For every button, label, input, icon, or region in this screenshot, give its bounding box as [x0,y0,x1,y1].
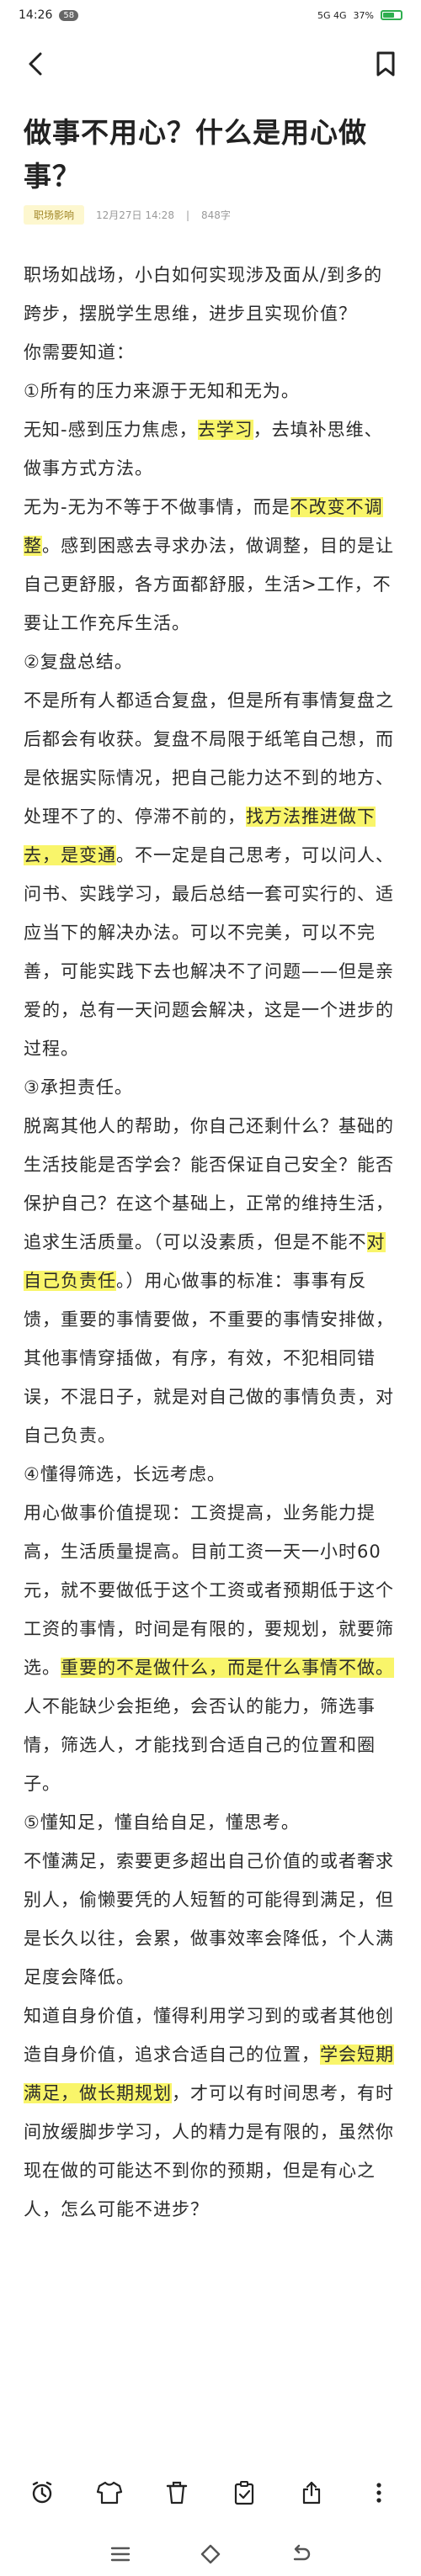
paragraph-text: ④懂得筛选，长远考虑。 [24,1464,226,1484]
more-button[interactable] [362,2476,396,2510]
paragraph-text: 你需要知道： [24,342,135,362]
delete-button[interactable] [160,2476,194,2510]
home-diamond-icon [200,2544,221,2563]
paragraph-text: 。感到困惑去寻求办法，做调整，目的是让自己更舒服，各方面都舒服，生活>工作，不要… [24,536,394,633]
bookmark-icon [376,51,395,77]
alarm-button[interactable] [25,2476,59,2510]
paragraph-text: 脱离其他人的帮助，你自己还剩什么？基础的生活技能是否学会？能否保证自己安全？能否… [24,1116,394,1252]
home-button[interactable] [194,2537,227,2571]
article-title: 做事不用心？什么是用心做事？ [24,116,367,193]
paragraph-text: ，才可以有时间思考，有时间放缓脚步学习，人的精力是有限的，虽然你现在做的可能达不… [24,2083,394,2219]
highlighted-text: 重要的不是做什么，而是什么事情不做。 [61,1658,394,1678]
article-paragraph: 你需要知道： [24,333,401,372]
system-nav-bar [0,2531,421,2576]
article-paragraph: ⑤懂知足，懂自给自足，懂思考。 [24,1803,401,1842]
status-left: 14:26 58 [19,8,79,22]
article-body: 职场如战场，小白如何实现涉及面从/到多的跨步，摆脱学生思维，进步且实现价值？ 你需… [24,256,401,2229]
article-paragraph: 知道自身价值，懂得利用学习到的或者其他创造自身价值，追求合适自己的位置，学会短期… [24,1997,401,2229]
category-tag[interactable]: 职场影响 [24,205,85,225]
paragraph-text: ③承担责任。 [24,1077,133,1098]
article-paragraph: 不是所有人都适合复盘，但是所有事情复盘之后都会有收获。复盘不局限于纸笔自己想，而… [24,681,401,1068]
paragraph-text: 无知-感到压力焦虑， [24,420,198,440]
paragraph-text: 职场如战场，小白如何实现涉及面从/到多的跨步，摆脱学生思维，进步且实现价值？ [24,265,383,324]
article-paragraph: 用心做事价值提现：工资提高，业务能力提高，生活质量提高。目前工资一天一小时60元… [24,1494,401,1803]
notification-badge: 58 [59,9,79,21]
shirt-icon [96,2481,123,2505]
divider: | [185,209,189,221]
status-right: 5G 4G 37% [317,10,402,21]
article-paragraph: ③承担责任。 [24,1068,401,1107]
status-bar: 14:26 58 5G 4G 37% [0,0,421,30]
paragraph-text: ⑤懂知足，懂自给自足，懂思考。 [24,1812,300,1833]
paragraph-text: 不懂满足，索要更多超出自己价值的或者奢求别人，偷懒要凭的人短暂的可能得到满足，但… [24,1851,394,1987]
signal-icon: 5G 4G [317,9,347,21]
battery-icon [381,10,402,20]
checklist-button[interactable] [227,2476,261,2510]
article-paragraph: ①所有的压力来源于无知和无为。 [24,372,401,410]
paragraph-text: ①所有的压力来源于无知和无为。 [24,381,300,401]
trash-icon [166,2481,188,2505]
article-paragraph: ②复盘总结。 [24,643,401,681]
menu-lines-icon [111,2547,131,2561]
article-paragraph: 无为-无为不等于不做事情，而是不改变不调整。感到困惑去寻求办法，做调整，目的是让… [24,488,401,643]
recents-button[interactable] [104,2537,137,2571]
highlighted-text: 去学习 [197,420,253,440]
article-paragraph: 职场如战场，小白如何实现涉及面从/到多的跨步，摆脱学生思维，进步且实现价值？ [24,256,401,333]
paragraph-text: 无为-无为不等于不做事情，而是 [24,497,290,517]
share-icon [302,2481,321,2505]
top-nav-bar [0,30,421,98]
article-meta: 职场影响 12月27日 14:28 | 848字 [24,205,402,225]
battery-percent: 37% [353,9,374,21]
bottom-toolbar [0,2466,421,2520]
back-arrow-icon [29,52,42,76]
article-paragraph: 无知-感到压力焦虑，去学习，去填补思维、做事方式方法。 [24,410,401,488]
theme-button[interactable] [93,2476,126,2510]
alarm-clock-icon [32,2481,52,2504]
paragraph-text: 用心做事价值提现：工资提高，业务能力提高，生活质量提高。目前工资一天一小时60元… [24,1503,394,1678]
paragraph-text: 人不能缺少会拒绝，会否认的能力，筛选事情，筛选人，才能找到合适自己的位置和圈子。 [24,1696,376,1794]
share-button[interactable] [295,2476,328,2510]
article-paragraph: 不懂满足，索要更多超出自己价值的或者奢求别人，偷懒要凭的人短暂的可能得到满足，但… [24,1842,401,1997]
word-count: 848字 [201,209,231,221]
system-back-button[interactable] [284,2537,317,2571]
article-paragraph: ④懂得筛选，长远考虑。 [24,1455,401,1494]
article-paragraph: 脱离其他人的帮助，你自己还剩什么？基础的生活技能是否学会？能否保证自己安全？能否… [24,1107,401,1455]
back-button[interactable] [19,47,52,81]
paragraph-text: 。）用心做事的标准：事事有反馈，重要的事情要做，不重要的事情安排做，其他事情穿插… [24,1271,394,1446]
status-time: 14:26 [19,8,53,22]
bookmark-button[interactable] [369,47,402,81]
article-date: 12月27日 14:28 [96,209,174,221]
paragraph-text: ②复盘总结。 [24,652,133,672]
clipboard-check-icon [234,2481,254,2505]
more-vertical-icon [376,2483,381,2503]
paragraph-text: 。不一定是自己思考，可以问人、问书、实践学习，最后总结一套可实行的、适应当下的解… [24,845,394,1059]
return-arrow-icon [293,2544,310,2560]
